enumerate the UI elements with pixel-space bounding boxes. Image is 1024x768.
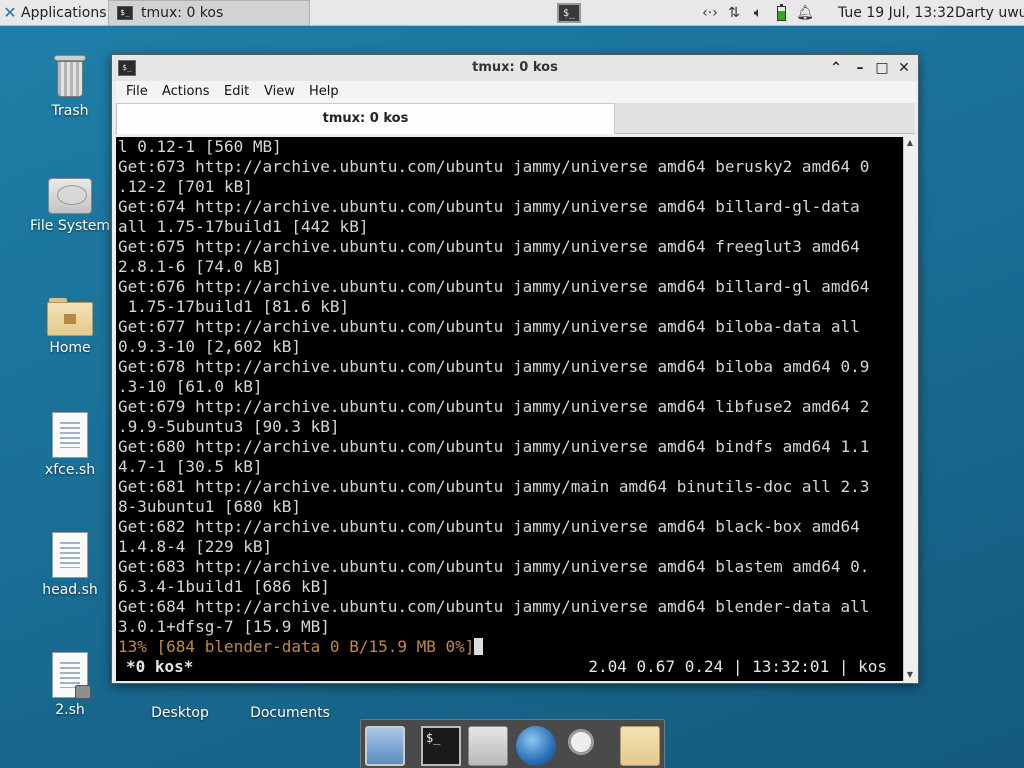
folder-icon[interactable]	[620, 726, 660, 766]
top-panel: ✕ Applications $_ tmux: 0 kos $_ ‹·› ⇅ 🔈…	[0, 0, 1024, 26]
terminal-line: 1.75-17build1 [81.6 kB]	[118, 297, 350, 316]
terminal-line: 1.4.8-4 [229 kB]	[118, 537, 273, 556]
workspace-switcher[interactable]: $_	[554, 0, 584, 26]
terminal-output[interactable]: l 0.12-1 [560 MB] Get:673 http://archive.…	[116, 137, 903, 681]
tab-tmux[interactable]: tmux: 0 kos	[116, 103, 615, 134]
terminal-line: 3.0.1+dfsg-7 [15.9 MB]	[118, 617, 330, 636]
desktop-icon-2-sh[interactable]: 2.sh	[22, 652, 118, 718]
terminal-line: 0.9.3-10 [2,602 kB]	[118, 337, 302, 356]
terminal-launcher-icon[interactable]: $_	[421, 726, 461, 766]
desktop-icon-head-sh[interactable]: head.sh	[22, 532, 118, 598]
desktop-icon-label: head.sh	[42, 582, 98, 598]
taskbar-button-label: tmux: 0 kos	[141, 5, 224, 21]
locked-script-icon	[52, 652, 91, 699]
minimize-button[interactable]: –	[850, 58, 870, 78]
shell-script-icon	[52, 412, 88, 458]
close-button[interactable]: ✕	[894, 58, 914, 78]
app-finder-icon[interactable]	[565, 726, 605, 766]
window-titlebar[interactable]: $_ tmux: 0 kos ⌃ – □ ✕	[112, 55, 918, 81]
terminal-line: 8-3ubuntu1 [680 kB]	[118, 497, 302, 516]
tab-bar: tmux: 0 kos	[115, 103, 915, 134]
network-arrows-icon[interactable]: ‹·›	[698, 5, 722, 21]
file-manager-icon[interactable]	[468, 726, 508, 766]
shell-script-icon	[52, 532, 88, 578]
terminal-line: .12-2 [701 kB]	[118, 177, 253, 196]
menu-view[interactable]: View	[264, 81, 295, 103]
trash-icon	[54, 55, 86, 99]
terminal-line: Get:674 http://archive.ubuntu.com/ubuntu…	[118, 197, 860, 216]
notification-bell-icon[interactable]: 🔔︎	[793, 5, 817, 21]
home-folder-icon	[47, 298, 93, 336]
terminal-line: .9.9-5ubuntu3 [90.3 kB]	[118, 417, 340, 436]
terminal-icon: $_	[117, 6, 133, 20]
web-browser-icon[interactable]	[516, 726, 556, 766]
scroll-up-arrow-icon[interactable]: ▲	[904, 137, 916, 149]
battery-icon[interactable]	[777, 3, 786, 21]
terminal-line: Get:682 http://archive.ubuntu.com/ubuntu…	[118, 517, 860, 536]
show-desktop-icon[interactable]	[365, 726, 405, 766]
menu-bar: File Actions Edit View Help	[116, 81, 916, 103]
network-updown-icon[interactable]: ⇅	[722, 5, 746, 21]
terminal-line: Get:681 http://archive.ubuntu.com/ubuntu…	[118, 477, 870, 496]
clock[interactable]: Tue 19 Jul, 13:32	[838, 0, 955, 26]
tmux-status-bar: *0 kos* 2.04 0.67 0.24 | 13:32:01 | kos	[116, 657, 903, 679]
maximize-button[interactable]: □	[872, 58, 892, 78]
terminal-line: all 1.75-17build1 [442 kB]	[118, 217, 369, 236]
apt-progress-text: 13% [684 blender-data 0 B/15.9 MB 0%]	[118, 637, 475, 656]
terminal-line: Get:675 http://archive.ubuntu.com/ubuntu…	[118, 237, 860, 256]
collapse-button[interactable]: ⌃	[826, 58, 846, 78]
desktop-icon-documents[interactable]: Documents	[242, 705, 338, 721]
user-menu[interactable]: Darty uwu	[955, 0, 1024, 26]
xfce-logo-icon: ✕	[3, 3, 17, 22]
desktop-icon-home[interactable]: Home	[22, 298, 118, 356]
desktop-icon-label: Documents	[250, 705, 330, 721]
dock: $_	[360, 719, 665, 768]
terminal-cursor	[474, 638, 484, 655]
workspace-terminal-icon: $_	[557, 3, 581, 23]
terminal-scrollbar[interactable]: ▲ ▼	[903, 137, 915, 681]
desktop-icon-xfce-sh[interactable]: xfce.sh	[22, 412, 118, 478]
terminal-line: Get:683 http://archive.ubuntu.com/ubuntu…	[118, 557, 870, 576]
menu-file[interactable]: File	[126, 81, 148, 103]
menu-actions[interactable]: Actions	[162, 81, 210, 103]
hard-disk-icon	[48, 178, 92, 214]
terminal-line: 2.8.1-6 [74.0 kB]	[118, 257, 282, 276]
terminal-window: $_ tmux: 0 kos ⌃ – □ ✕ File Actions Edit…	[111, 54, 919, 684]
desktop-icon-desktop[interactable]: Desktop	[132, 705, 228, 721]
scroll-down-arrow-icon[interactable]: ▼	[904, 669, 916, 681]
desktop-icon-trash[interactable]: Trash	[22, 55, 118, 119]
terminal-line: 6.3.4-1build1 [686 kB]	[118, 577, 330, 596]
terminal-line: Get:679 http://archive.ubuntu.com/ubuntu…	[118, 397, 870, 416]
terminal-lines: l 0.12-1 [560 MB] Get:673 http://archive.…	[118, 137, 903, 657]
terminal-line: Get:676 http://archive.ubuntu.com/ubuntu…	[118, 277, 870, 296]
terminal-line: .3-10 [61.0 kB]	[118, 377, 263, 396]
tmux-window-label: *0 kos*	[126, 657, 194, 676]
applications-menu[interactable]: ✕ Applications	[0, 0, 108, 26]
apt-progress-line: 13% [684 blender-data 0 B/15.9 MB 0%]	[118, 637, 903, 657]
applications-label: Applications	[21, 5, 107, 21]
terminal-line: Get:678 http://archive.ubuntu.com/ubuntu…	[118, 357, 870, 376]
desktop-icon-label: Desktop	[151, 705, 209, 721]
desktop-icon-label: xfce.sh	[44, 462, 96, 478]
window-title: tmux: 0 kos	[472, 60, 558, 75]
desktop-icon-file-system[interactable]: File System	[22, 178, 118, 234]
menu-edit[interactable]: Edit	[224, 81, 249, 103]
desktop-icon-label: File System	[29, 218, 111, 234]
terminal-line: Get:673 http://archive.ubuntu.com/ubuntu…	[118, 157, 870, 176]
desktop-icon-label: Home	[49, 340, 91, 356]
terminal-line: Get:680 http://archive.ubuntu.com/ubuntu…	[118, 437, 870, 456]
system-tray: ‹·› ⇅ 🔈︎ 🔔︎	[698, 0, 830, 26]
desktop-icon-label: 2.sh	[55, 702, 85, 718]
terminal-line: Get:684 http://archive.ubuntu.com/ubuntu…	[118, 597, 870, 616]
taskbar-button-tmux[interactable]: $_ tmux: 0 kos	[108, 0, 310, 26]
volume-icon[interactable]: 🔈︎	[746, 5, 770, 21]
tmux-status-right: 2.04 0.67 0.24 | 13:32:01 | kos	[588, 657, 887, 676]
terminal-line: l 0.12-1 [560 MB]	[118, 137, 282, 156]
desktop-icon-label: Trash	[51, 103, 89, 119]
terminal-line: 4.7-1 [30.5 kB]	[118, 457, 263, 476]
menu-help[interactable]: Help	[309, 81, 339, 103]
terminal-line: Get:677 http://archive.ubuntu.com/ubuntu…	[118, 317, 860, 336]
